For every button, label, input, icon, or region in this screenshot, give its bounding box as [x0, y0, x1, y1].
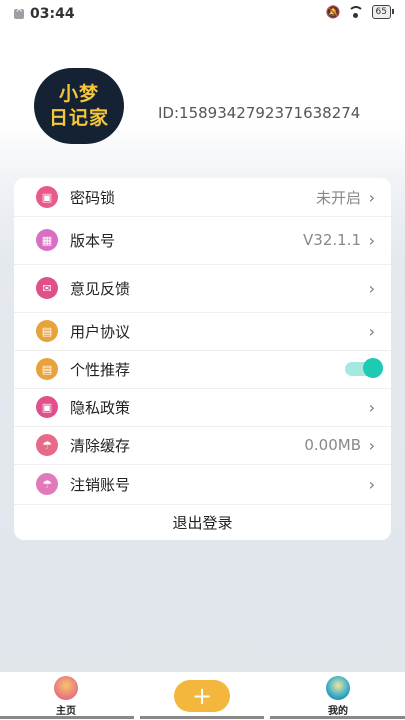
recommend-icon: ▤ — [36, 358, 58, 380]
settings-item-label: 版本号 — [70, 231, 116, 250]
feedback-icon: ✉ — [36, 277, 58, 299]
settings-item-feedback[interactable]: ✉ 意见反馈 › — [14, 264, 391, 313]
chevron-right-icon: › — [368, 435, 375, 455]
tab-home[interactable]: 主页 — [54, 676, 78, 717]
settings-item-label: 清除缓存 — [70, 436, 131, 455]
version-icon: ▦ — [36, 229, 58, 251]
chevron-right-icon: › — [368, 187, 375, 207]
gesture-bar — [0, 716, 134, 719]
settings-item-clear-cache[interactable]: ☂ 清除缓存 0.00MB › — [14, 426, 391, 465]
app-logo[interactable]: 小梦 日记家 — [34, 68, 124, 144]
cancel-account-icon: ☂ — [36, 473, 58, 495]
settings-item-value: 未开启 — [315, 188, 361, 207]
bottom-tab-bar: 主页 + 我的 — [0, 672, 405, 720]
plus-icon: + — [191, 682, 213, 710]
settings-item-label: 隐私政策 — [70, 398, 131, 417]
chevron-right-icon: › — [368, 278, 375, 298]
settings-item-recommend: ▤ 个性推荐 — [14, 350, 391, 389]
recommend-toggle[interactable] — [345, 358, 383, 378]
status-time: 03:44 — [30, 6, 75, 22]
profile-header: 小梦 日记家 ID:1589342792371638274 — [0, 60, 405, 160]
settings-item-privacy-policy[interactable]: ▣ 隐私政策 › — [14, 388, 391, 427]
wifi-icon — [347, 6, 364, 18]
privacy-icon: ▣ — [36, 396, 58, 418]
logout-button[interactable]: 退出登录 — [14, 504, 391, 540]
mine-icon — [326, 676, 350, 700]
settings-item-label: 意见反馈 — [70, 279, 131, 298]
clear-cache-icon: ☂ — [36, 434, 58, 456]
settings-item-label: 注销账号 — [70, 475, 131, 494]
settings-item-label: 个性推荐 — [70, 360, 131, 379]
agreement-icon: ▤ — [36, 320, 58, 342]
logo-line2: 日记家 — [48, 107, 109, 129]
settings-item-label: 用户协议 — [70, 322, 131, 341]
add-button[interactable]: + — [174, 680, 230, 712]
gesture-bar — [140, 716, 264, 719]
settings-item-value: 0.00MB — [304, 436, 361, 454]
logo-line1: 小梦 — [58, 83, 99, 105]
settings-item-cancel-account[interactable]: ☂ 注销账号 › — [14, 464, 391, 505]
status-bar: 03:44 🔕 65 — [0, 0, 405, 28]
settings-item-label: 密码锁 — [70, 188, 116, 207]
gesture-bar — [270, 716, 405, 719]
chevron-right-icon: › — [368, 474, 375, 494]
settings-item-password-lock[interactable]: ▣ 密码锁 未开启 › — [14, 178, 391, 217]
chevron-right-icon: › — [368, 397, 375, 417]
home-icon — [54, 676, 78, 700]
user-id: ID:1589342792371638274 — [158, 104, 361, 122]
tab-home-label: 主页 — [56, 706, 76, 717]
chevron-right-icon: › — [368, 230, 375, 250]
notification-icon — [14, 4, 24, 19]
chevron-right-icon: › — [368, 321, 375, 341]
tab-mine-label: 我的 — [328, 706, 348, 717]
tab-mine[interactable]: 我的 — [326, 676, 350, 717]
mute-bell-icon: 🔕 — [325, 5, 341, 19]
toggle-knob — [363, 358, 383, 378]
battery-icon: 65 — [371, 5, 395, 19]
lock-icon: ▣ — [36, 186, 58, 208]
settings-item-user-agreement[interactable]: ▤ 用户协议 › — [14, 312, 391, 351]
settings-card: ▣ 密码锁 未开启 › ▦ 版本号 V32.1.1 › ✉ 意见反馈 › ▤ 用… — [14, 178, 391, 540]
settings-item-version[interactable]: ▦ 版本号 V32.1.1 › — [14, 216, 391, 265]
settings-item-value: V32.1.1 — [303, 231, 361, 249]
